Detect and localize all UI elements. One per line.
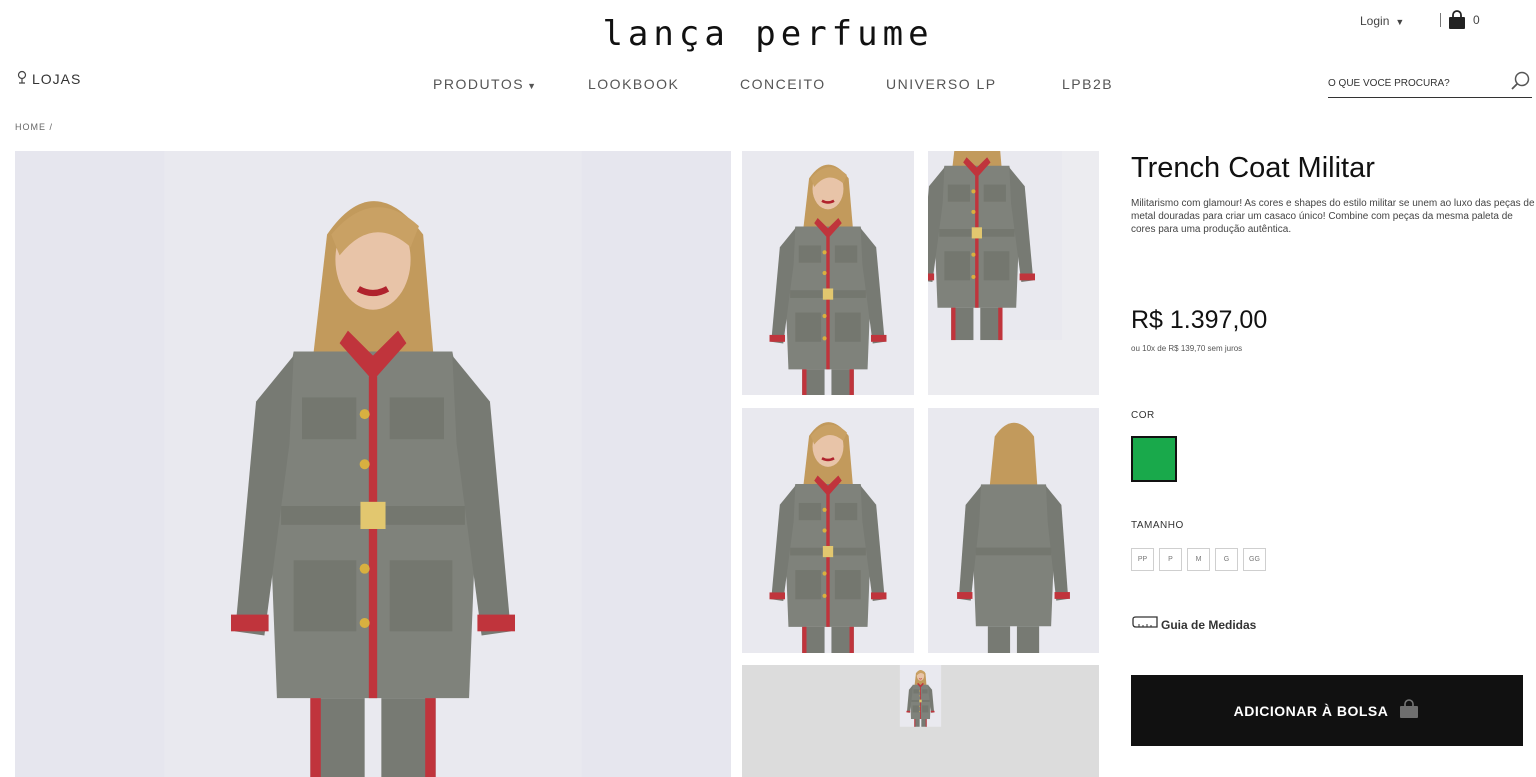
product-thumbnail[interactable]: [928, 408, 1099, 653]
model-photo: [928, 151, 1099, 395]
product-thumbnail[interactable]: [742, 665, 1099, 777]
size-selector: PP P M G GG: [1131, 548, 1266, 571]
product-title: Trench Coat Militar: [1131, 152, 1375, 184]
main-nav: PRODUTOS ▼ LOOKBOOK CONCEITO UNIVERSO LP …: [0, 76, 1536, 96]
color-swatch-green[interactable]: [1131, 436, 1177, 482]
chevron-down-icon: ▼: [527, 81, 538, 91]
breadcrumb[interactable]: HOME /: [15, 122, 53, 132]
product-thumbnail[interactable]: [928, 151, 1099, 395]
add-to-bag-label: ADICIONAR À BOLSA: [1233, 702, 1389, 719]
nav-item-conceito[interactable]: CONCEITO: [740, 76, 826, 92]
product-main-image[interactable]: [15, 151, 731, 777]
product-thumbnail[interactable]: [742, 408, 914, 653]
search-input[interactable]: [1328, 78, 1498, 89]
size-option[interactable]: P: [1159, 548, 1182, 571]
shopping-bag-icon: [1447, 10, 1467, 30]
color-label: COR: [1131, 410, 1155, 421]
product-thumbnail[interactable]: [742, 151, 914, 395]
shopping-bag-button[interactable]: 0: [1440, 10, 1480, 30]
model-photo: [742, 408, 914, 653]
add-to-bag-button[interactable]: ADICIONAR À BOLSA: [1131, 675, 1523, 746]
brand-logo[interactable]: lança perfume: [0, 14, 1536, 54]
nav-item-lpb2b[interactable]: LPB2B: [1062, 76, 1113, 92]
nav-item-universo-lp[interactable]: UNIVERSO LP: [886, 76, 997, 92]
shopping-bag-icon: [1398, 699, 1420, 722]
model-photo: [15, 151, 731, 777]
login-label: Login: [1360, 14, 1390, 28]
model-photo: [742, 151, 914, 395]
size-label: TAMANHO: [1131, 520, 1184, 531]
login-menu[interactable]: Login ▼: [1360, 14, 1404, 28]
size-guide-link[interactable]: Guia de Medidas: [1131, 616, 1256, 633]
model-photo-back: [928, 408, 1099, 653]
product-description: Militarismo com glamour! As cores e shap…: [1131, 198, 1535, 235]
nav-item-label: PRODUTOS: [433, 76, 525, 92]
ruler-icon: [1131, 616, 1159, 633]
search-icon[interactable]: [1510, 70, 1532, 97]
model-photo: [742, 665, 1099, 777]
size-option[interactable]: GG: [1243, 548, 1266, 571]
size-guide-label: Guia de Medidas: [1161, 617, 1257, 632]
bag-count: 0: [1473, 13, 1480, 27]
nav-item-produtos[interactable]: PRODUTOS ▼: [433, 76, 538, 92]
divider: [1440, 13, 1441, 27]
product-price: R$ 1.397,00: [1131, 306, 1268, 334]
search-bar: [1328, 70, 1532, 98]
size-option[interactable]: M: [1187, 548, 1210, 571]
size-option[interactable]: PP: [1131, 548, 1154, 571]
chevron-down-icon: ▼: [1395, 17, 1405, 27]
size-option[interactable]: G: [1215, 548, 1238, 571]
installments-text: ou 10x de R$ 139,70 sem juros: [1131, 344, 1243, 353]
nav-item-lookbook[interactable]: LOOKBOOK: [588, 76, 679, 92]
